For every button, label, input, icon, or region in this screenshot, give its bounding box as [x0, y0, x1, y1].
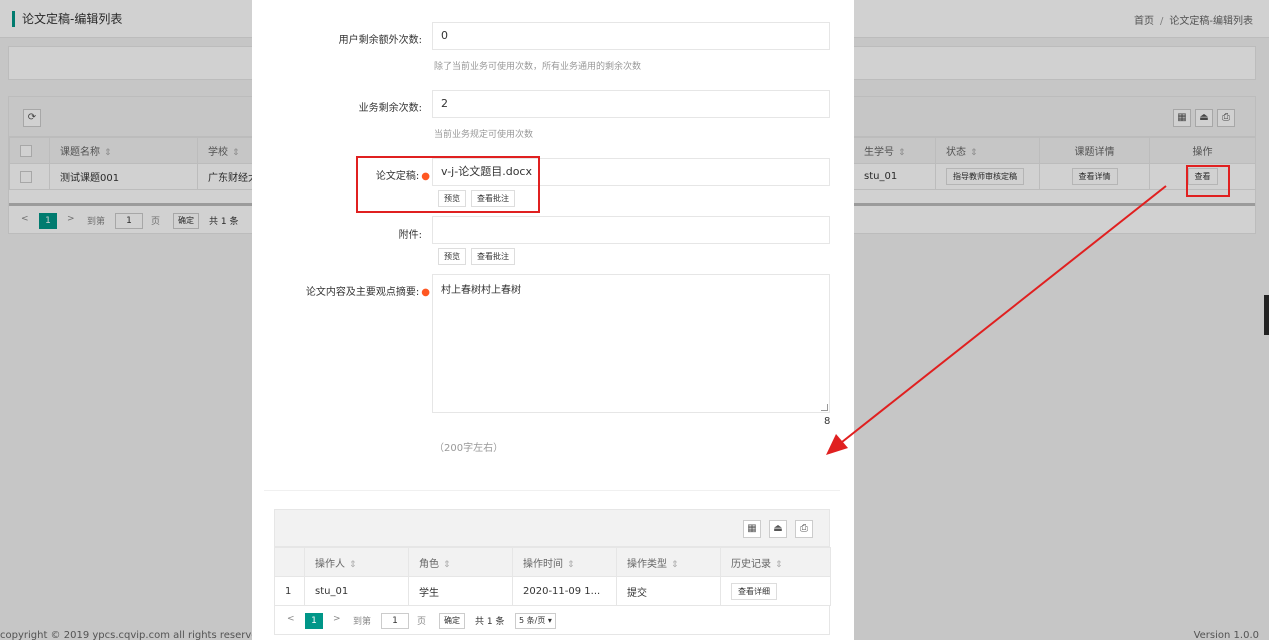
print-icon[interactable]: ⎙	[795, 520, 813, 538]
col-header-operator[interactable]: 操作人 ⇕	[304, 547, 409, 577]
view-history-detail-button[interactable]: 查看详细	[731, 582, 777, 600]
dropdown-caret-icon: ▾	[547, 616, 552, 625]
abstract-textarea[interactable]: 村上春树村上春树	[432, 274, 830, 413]
next-page-icon[interactable]: >	[333, 614, 341, 624]
required-dot-icon: ●	[421, 287, 430, 298]
sort-icon[interactable]: ⇕	[443, 560, 451, 570]
goto-label: 到第	[353, 617, 372, 627]
resize-handle-icon[interactable]	[821, 404, 828, 411]
cell-time: 2020-11-09 1...	[512, 576, 617, 606]
goto-confirm-button[interactable]: 确定	[439, 613, 465, 629]
abstract-text: 村上春树村上春树	[441, 285, 521, 296]
sort-icon[interactable]: ⇕	[671, 560, 679, 570]
abstract-hint: （200字左右）	[434, 443, 504, 454]
history-table-header: 操作人 ⇕ 角色 ⇕ 操作时间 ⇕ 操作类型 ⇕ 历史记录 ⇕	[274, 547, 831, 577]
char-count: 8	[824, 416, 831, 427]
columns-icon[interactable]: ▦	[743, 520, 761, 538]
edit-dialog: 用户剩余额外次数: 0 除了当前业务可使用次数，所有业务通用的剩余次数 业务剩余…	[252, 0, 854, 640]
cell-operator: stu_01	[304, 576, 409, 606]
col-header-history[interactable]: 历史记录 ⇕	[720, 547, 831, 577]
section-divider	[264, 490, 840, 491]
prev-page-icon[interactable]: <	[287, 614, 295, 624]
page-unit-label: 页	[417, 617, 427, 627]
scrollbar-handle[interactable]	[1264, 295, 1269, 335]
table-row: 1 stu_01 学生 2020-11-09 1... 提交 查看详细	[274, 576, 831, 606]
sort-icon[interactable]: ⇕	[567, 560, 575, 570]
goto-page-input[interactable]: 1	[381, 613, 409, 629]
biz-count-field[interactable]: 2	[432, 90, 830, 118]
extra-count-label: 用户剩余额外次数:	[338, 35, 422, 46]
col-header-time[interactable]: 操作时间 ⇕	[512, 547, 617, 577]
highlight-thesis-field	[356, 156, 540, 213]
export-icon[interactable]: ⏏	[769, 520, 787, 538]
cell-role: 学生	[408, 576, 513, 606]
cell-index: 1	[274, 576, 305, 606]
biz-count-hint: 当前业务规定可使用次数	[434, 130, 534, 140]
attachment-field[interactable]	[432, 216, 830, 244]
extra-count-field[interactable]: 0	[432, 22, 830, 50]
history-toolbar: ▦ ⏏ ⎙	[274, 509, 830, 547]
abstract-label: 论文内容及主要观点摘要: ●	[305, 287, 430, 298]
col-header-type[interactable]: 操作类型 ⇕	[616, 547, 721, 577]
page-size-select[interactable]: 5 条/页 ▾	[515, 613, 556, 629]
attachment-preview-button[interactable]: 预览	[438, 248, 466, 265]
extra-count-hint: 除了当前业务可使用次数，所有业务通用的剩余次数	[434, 62, 642, 72]
attachment-comments-button[interactable]: 查看批注	[471, 248, 515, 265]
sort-icon[interactable]: ⇕	[349, 560, 357, 570]
col-header-role[interactable]: 角色 ⇕	[408, 547, 513, 577]
sort-icon[interactable]: ⇕	[775, 560, 783, 570]
cell-type: 提交	[616, 576, 721, 606]
biz-count-label: 业务剩余次数:	[358, 103, 422, 114]
attachment-label: 附件:	[398, 230, 422, 241]
history-panel: ▦ ⏏ ⎙ 操作人 ⇕ 角色 ⇕ 操作时间 ⇕ 操作类型 ⇕ 历史记录 ⇕ 1 stu_0…	[274, 509, 831, 640]
history-table: 操作人 ⇕ 角色 ⇕ 操作时间 ⇕ 操作类型 ⇕ 历史记录 ⇕ 1 stu_01 学生 2…	[274, 547, 831, 606]
total-count: 共 1 条	[475, 617, 505, 627]
highlight-view-button	[1186, 165, 1230, 197]
attachment-actions: 预览 查看批注	[438, 248, 520, 265]
page-number[interactable]: 1	[305, 613, 323, 629]
history-pager: < 1 > 到第 1 页 确定 共 1 条 5 条/页 ▾	[274, 605, 830, 635]
